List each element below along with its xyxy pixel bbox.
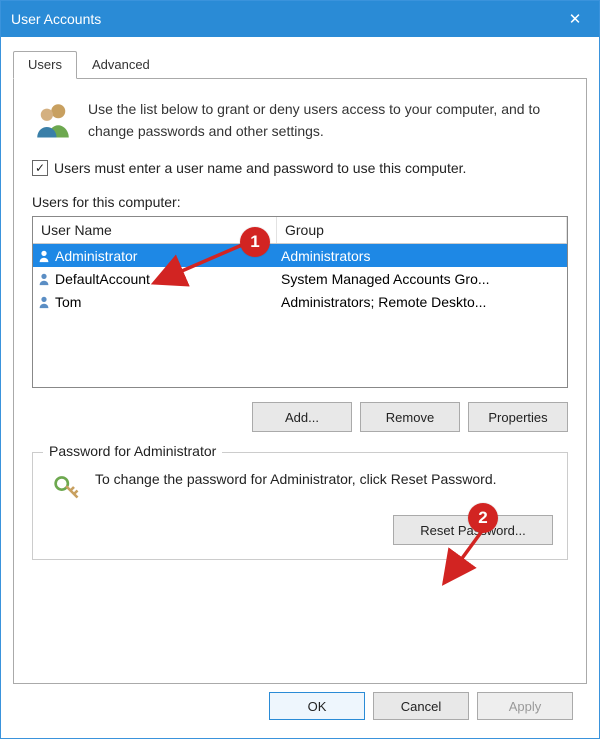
tab-users[interactable]: Users <box>13 51 77 79</box>
cell-group: Administrators <box>277 248 567 264</box>
cell-username: Administrator <box>55 248 137 264</box>
dialog-footer: OK Cancel Apply <box>13 684 587 732</box>
user-icon <box>37 249 51 263</box>
users-list-header: User Name Group <box>33 217 567 244</box>
password-groupbox-text: To change the password for Administrator… <box>95 469 553 501</box>
users-list-label: Users for this computer: <box>32 194 568 210</box>
require-password-label: Users must enter a user name and passwor… <box>54 160 466 176</box>
users-list-buttons: Add... Remove Properties <box>32 402 568 432</box>
password-groupbox: Password for Administrator To change the… <box>32 452 568 560</box>
column-header-username[interactable]: User Name <box>33 217 277 243</box>
cancel-button[interactable]: Cancel <box>373 692 469 720</box>
tab-strip: Users Advanced <box>13 51 587 79</box>
window-title: User Accounts <box>11 11 101 27</box>
table-row[interactable]: Tom Administrators; Remote Deskto... <box>33 290 567 313</box>
tab-content-users: Use the list below to grant or deny user… <box>13 79 587 684</box>
remove-button[interactable]: Remove <box>360 402 460 432</box>
apply-button[interactable]: Apply <box>477 692 573 720</box>
require-password-checkbox[interactable]: ✓ <box>32 160 48 176</box>
table-row[interactable]: Administrator Administrators <box>33 244 567 267</box>
user-accounts-window: User Accounts ✕ Users Advanced Use the l <box>0 0 600 739</box>
close-icon: ✕ <box>569 10 582 28</box>
cell-username: DefaultAccount <box>55 271 150 287</box>
key-icon <box>53 473 81 501</box>
user-icon <box>37 295 51 309</box>
properties-button[interactable]: Properties <box>468 402 568 432</box>
window-body: Users Advanced Use the list below to gra… <box>1 37 599 738</box>
reset-password-button[interactable]: Reset Password... <box>393 515 553 545</box>
intro-text: Use the list below to grant or deny user… <box>88 99 568 142</box>
password-groupbox-legend: Password for Administrator <box>43 443 222 459</box>
titlebar: User Accounts ✕ <box>1 1 599 37</box>
close-button[interactable]: ✕ <box>551 1 599 37</box>
cell-group: Administrators; Remote Deskto... <box>277 294 567 310</box>
cell-group: System Managed Accounts Gro... <box>277 271 567 287</box>
column-header-group[interactable]: Group <box>277 217 567 243</box>
user-icon <box>37 272 51 286</box>
table-row[interactable]: DefaultAccount System Managed Accounts G… <box>33 267 567 290</box>
users-list-body: Administrator Administrators DefaultAcco… <box>33 244 567 387</box>
tab-advanced[interactable]: Advanced <box>77 51 165 79</box>
cell-username: Tom <box>55 294 81 310</box>
users-icon <box>32 99 74 141</box>
require-password-row: ✓ Users must enter a user name and passw… <box>32 160 568 176</box>
ok-button[interactable]: OK <box>269 692 365 720</box>
users-list[interactable]: User Name Group Administrator Administra… <box>32 216 568 388</box>
intro-row: Use the list below to grant or deny user… <box>32 99 568 142</box>
add-button[interactable]: Add... <box>252 402 352 432</box>
